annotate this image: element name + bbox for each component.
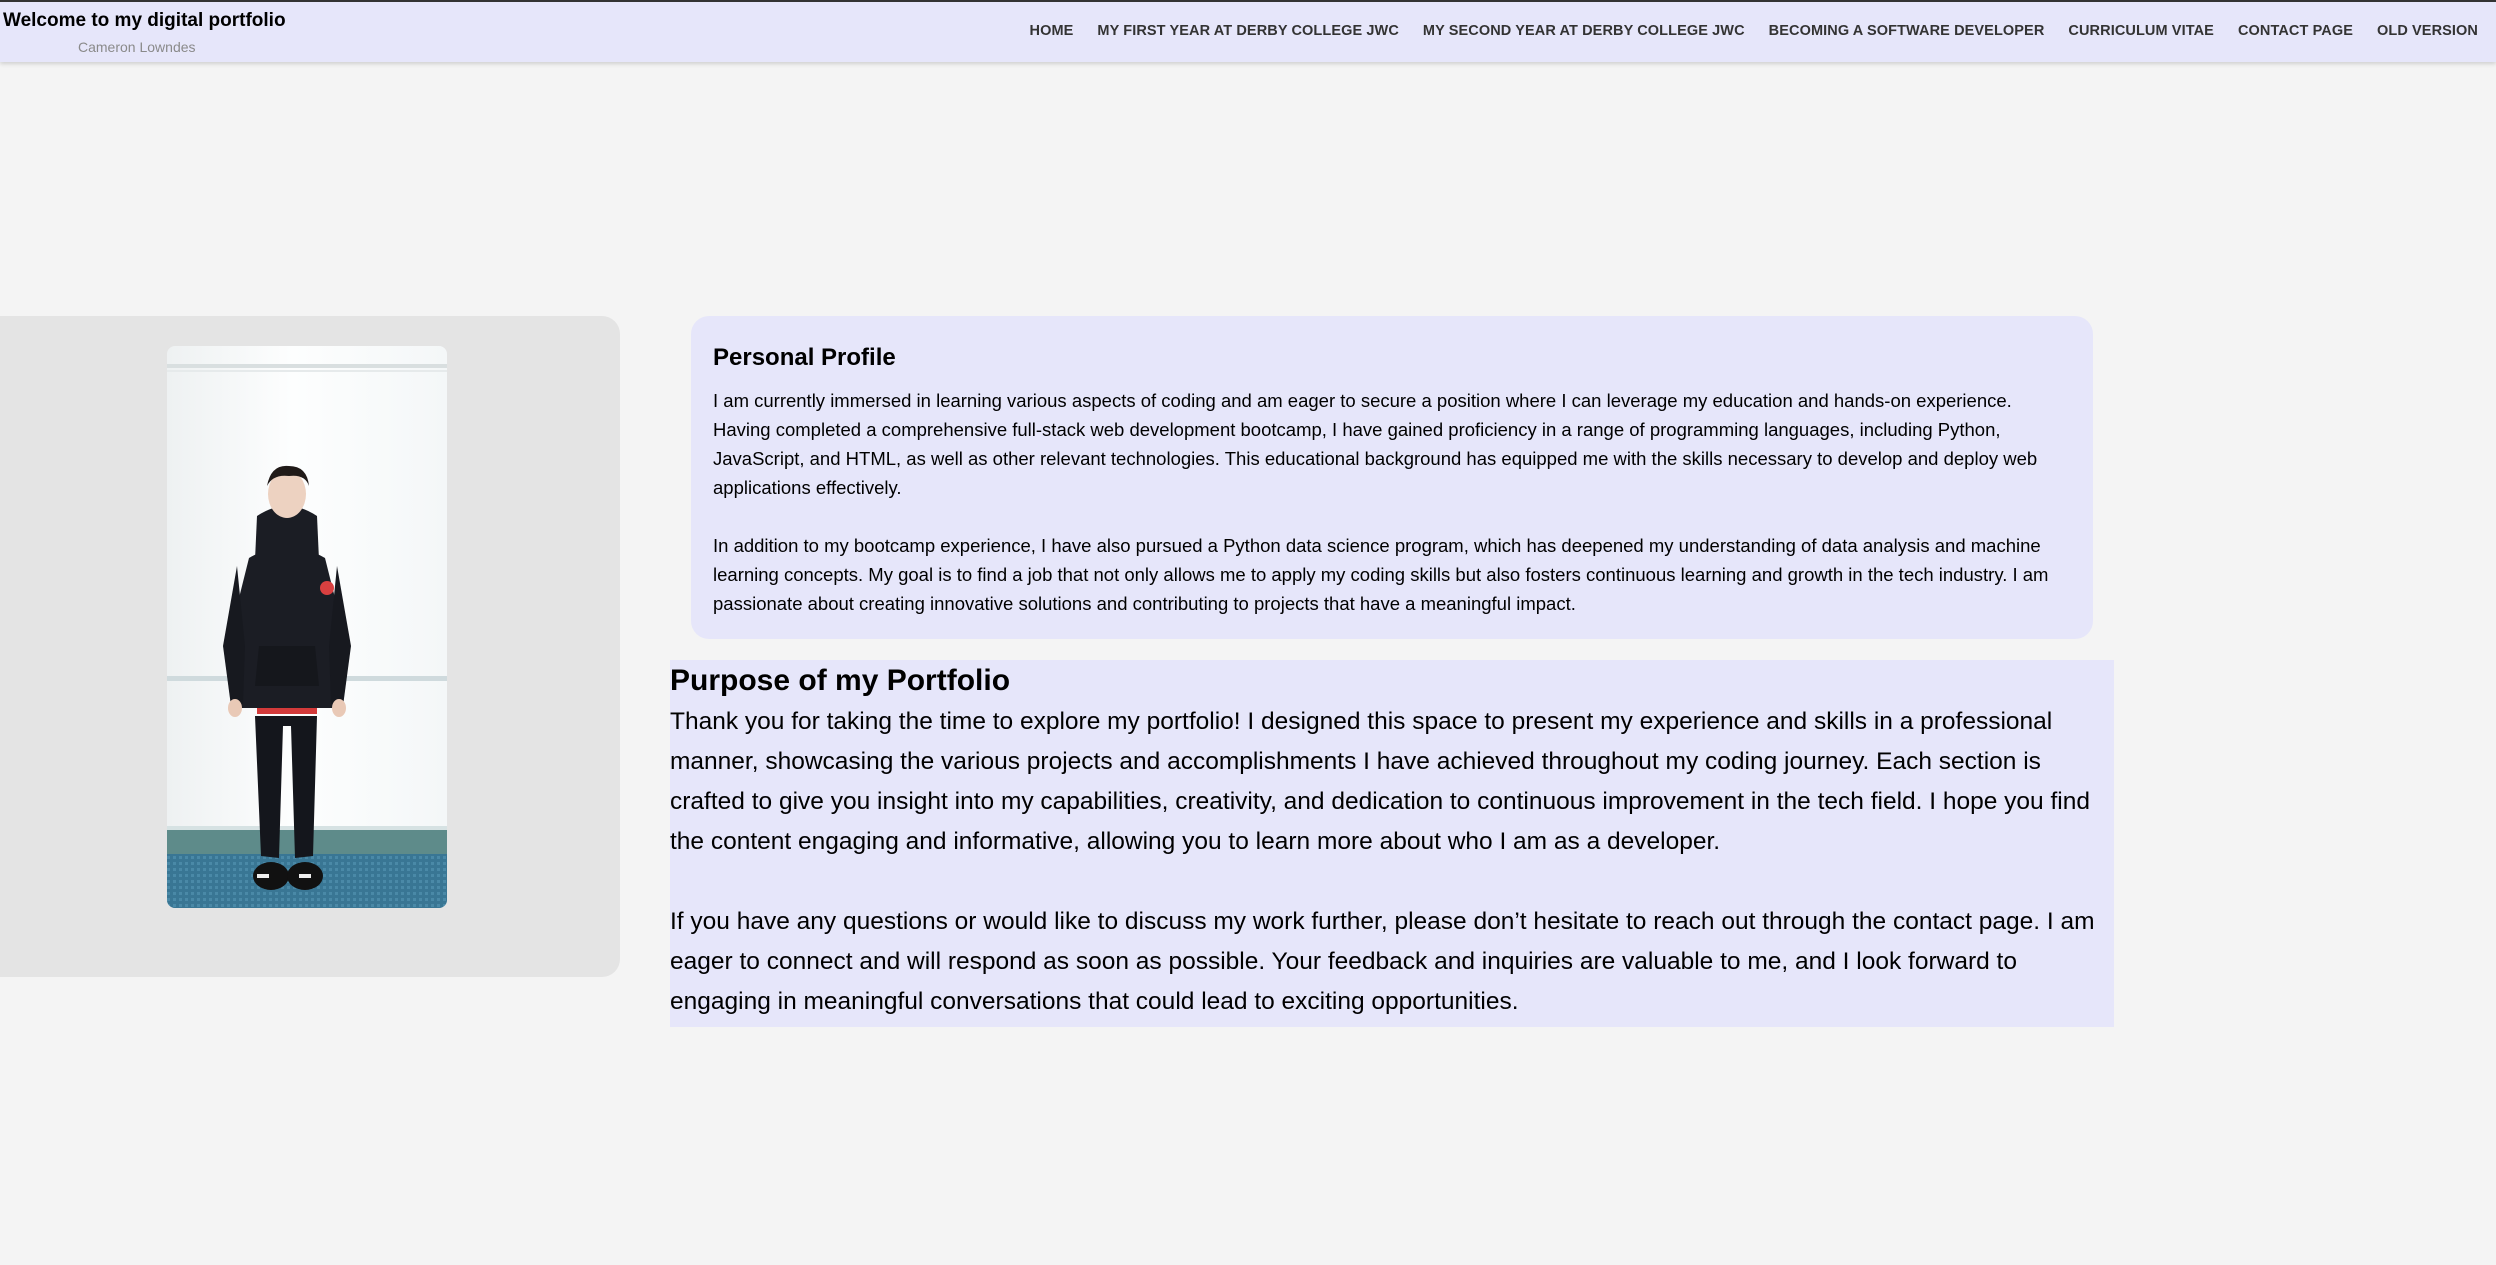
nav-home[interactable]: HOME (1030, 23, 1074, 39)
nav-curriculum-vitae[interactable]: CURRICULUM VITAE (2068, 23, 2214, 39)
purpose-paragraph: If you have any questions or would like … (670, 908, 2095, 1015)
personal-profile-card: Personal Profile I am currently immersed… (691, 316, 2093, 639)
purpose-heading: Purpose of my Portfolio (670, 664, 1011, 697)
purpose-section: Purpose of my Portfolio Thank you for ta… (670, 660, 2114, 1027)
main-nav: HOME MY FIRST YEAR AT DERBY COLLEGE JWC … (1030, 23, 2478, 39)
profile-paragraph: I am currently immersed in learning vari… (713, 390, 2038, 498)
profile-paragraph: In addition to my bootcamp experience, I… (713, 535, 2049, 614)
site-header: Welcome to my digital portfolio Cameron … (0, 0, 2496, 62)
nav-first-year[interactable]: MY FIRST YEAR AT DERBY COLLEGE JWC (1097, 23, 1399, 39)
nav-becoming-developer[interactable]: BECOMING A SOFTWARE DEVELOPER (1769, 23, 2045, 39)
nav-contact-page[interactable]: CONTACT PAGE (2238, 23, 2353, 39)
personal-profile-heading: Personal Profile (713, 344, 896, 371)
purpose-paragraph: Thank you for taking the time to explore… (670, 708, 2090, 855)
site-title: Welcome to my digital portfolio (3, 10, 286, 31)
nav-old-version[interactable]: OLD VERSION (2377, 23, 2478, 39)
photo-card (0, 316, 620, 977)
nav-second-year[interactable]: MY SECOND YEAR AT DERBY COLLEGE JWC (1423, 23, 1745, 39)
profile-photo (167, 346, 447, 908)
site-subtitle: Cameron Lowndes (78, 39, 196, 55)
